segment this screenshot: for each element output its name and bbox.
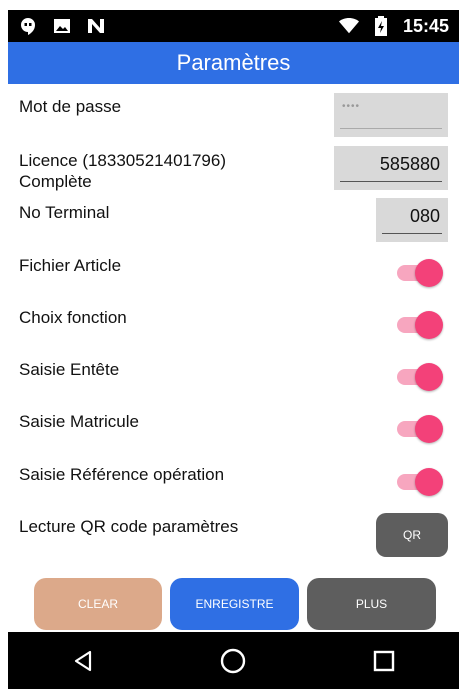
terminal-value: 080 xyxy=(409,206,440,226)
toggle-label-saisie-reference: Saisie Référence opération xyxy=(19,465,225,484)
toggle-knob xyxy=(415,311,443,339)
toggle-label-fichier-article: Fichier Article xyxy=(19,256,122,275)
page-title: Paramètres xyxy=(176,50,291,75)
toggle-saisie-matricule[interactable] xyxy=(395,413,443,445)
toggle-label-saisie-entete: Saisie Entête xyxy=(19,360,120,379)
toggle-label-saisie-matricule: Saisie Matricule xyxy=(19,412,139,431)
more-button[interactable]: PLUS xyxy=(307,578,436,630)
toggle-label-choix-fonction: Choix fonction xyxy=(19,308,127,327)
navigation-bar xyxy=(8,632,459,689)
toggle-knob xyxy=(415,468,443,496)
wifi-icon xyxy=(338,16,359,36)
battery-charging-icon xyxy=(371,16,391,36)
license-title: Licence (18330521401796) xyxy=(19,151,227,170)
image-icon xyxy=(52,16,72,36)
license-value: 585880 xyxy=(379,154,440,174)
qr-label: Lecture QR code paramètres xyxy=(19,517,239,536)
status-bar: 15:45 xyxy=(8,10,459,42)
toggle-saisie-reference[interactable] xyxy=(395,466,443,498)
hangouts-icon xyxy=(18,16,38,36)
qr-button[interactable]: QR xyxy=(376,513,448,557)
password-field[interactable]: •••• xyxy=(334,93,448,137)
license-label: Licence (18330521401796) Complète xyxy=(19,150,226,192)
status-time: 15:45 xyxy=(402,15,449,36)
toggle-knob xyxy=(415,259,443,287)
home-icon[interactable] xyxy=(218,646,248,676)
license-status: Complète xyxy=(19,172,92,191)
password-underline xyxy=(340,128,442,129)
license-underline xyxy=(340,181,442,182)
password-value: •••• xyxy=(342,101,361,112)
app-bar: Paramètres xyxy=(8,42,459,84)
back-icon[interactable] xyxy=(68,646,98,676)
toggle-knob xyxy=(415,415,443,443)
toggle-saisie-entete[interactable] xyxy=(395,361,443,393)
license-field[interactable]: 585880 xyxy=(334,146,448,190)
clear-button[interactable]: CLEAR xyxy=(34,578,162,630)
terminal-label: No Terminal xyxy=(19,203,110,222)
terminal-underline xyxy=(382,233,442,234)
toggle-knob xyxy=(415,363,443,391)
recents-icon[interactable] xyxy=(369,646,399,676)
n-logo-icon xyxy=(86,16,106,36)
toggle-fichier-article[interactable] xyxy=(395,257,443,289)
toggle-choix-fonction[interactable] xyxy=(395,309,443,341)
password-label: Mot de passe xyxy=(19,97,122,116)
save-button[interactable]: ENREGISTRE xyxy=(170,578,299,630)
terminal-field[interactable]: 080 xyxy=(376,198,448,242)
